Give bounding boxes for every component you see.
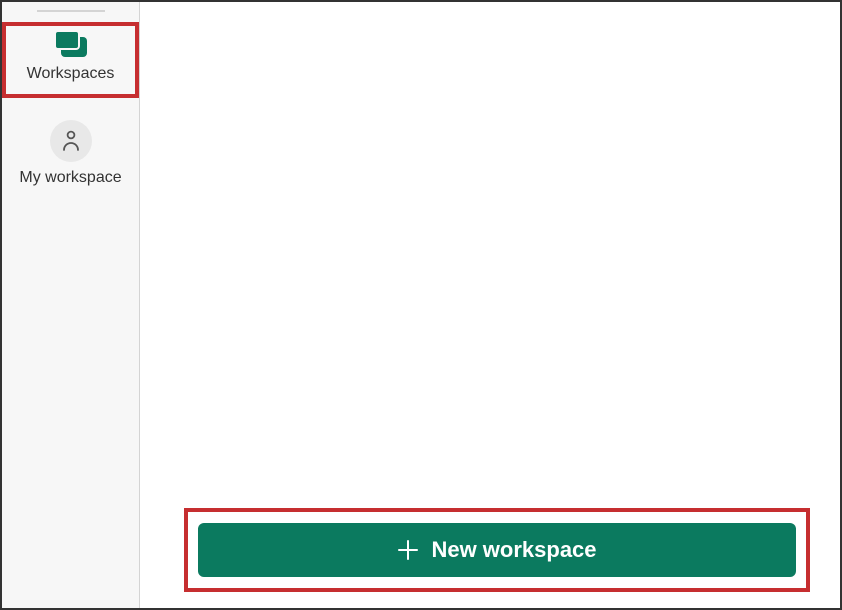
new-workspace-button[interactable]: New workspace <box>198 523 796 577</box>
new-workspace-label: New workspace <box>431 537 596 563</box>
workspaces-icon <box>54 30 88 58</box>
sidebar: Workspaces My workspace <box>2 2 140 608</box>
nav-item-workspaces[interactable]: Workspaces <box>2 22 139 98</box>
nav-label-workspaces: Workspaces <box>27 64 115 84</box>
plus-icon <box>397 539 419 561</box>
highlight-new-workspace: New workspace <box>184 508 810 592</box>
sidebar-divider <box>37 10 105 12</box>
nav-item-my-workspace[interactable]: My workspace <box>2 112 139 198</box>
person-icon <box>50 120 92 162</box>
nav-label-my-workspace: My workspace <box>19 168 121 188</box>
